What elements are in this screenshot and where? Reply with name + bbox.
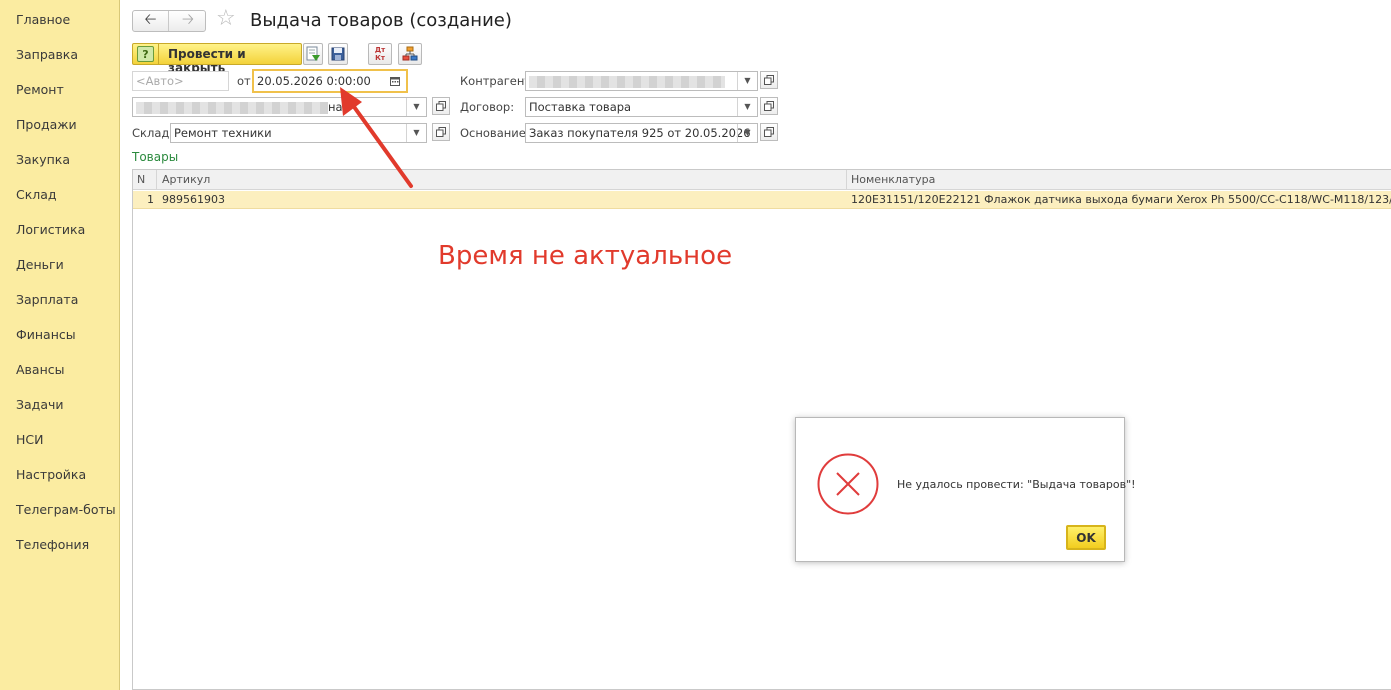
organization-suffix: на (328, 100, 343, 114)
basis-label: Основание: (460, 126, 530, 140)
date-value: 20.05.2026 0:00:00 (257, 74, 371, 88)
ok-button[interactable]: OK (1066, 525, 1106, 550)
dt-kt-icon: Дт Кт (374, 46, 386, 62)
sidebar-item-warehouse[interactable]: Склад (16, 187, 57, 202)
open-window-icon (764, 75, 774, 85)
column-header-nomenclature[interactable]: Номенклатура (847, 170, 1391, 190)
goods-table[interactable]: N Артикул Номенклатура 1 989561903 120E3… (132, 169, 1391, 690)
warehouse-field[interactable]: Ремонт техники ▼ (170, 123, 427, 143)
sidebar-item-advances[interactable]: Авансы (16, 362, 65, 377)
contract-label: Договор: (460, 100, 515, 114)
structure-button[interactable] (398, 43, 422, 65)
sidebar-item-purchases[interactable]: Закупка (16, 152, 70, 167)
counterparty-field[interactable]: ▼ (525, 71, 758, 91)
column-header-article[interactable]: Артикул (158, 170, 847, 190)
post-and-close-button[interactable]: ? Провести и закрыть (132, 43, 302, 75)
favorite-star-icon[interactable]: ☆ (216, 7, 236, 31)
open-window-icon (436, 127, 446, 137)
contract-value: Поставка товара (529, 100, 632, 114)
sidebar-item-main[interactable]: Главное (16, 12, 70, 27)
help-icon[interactable]: ? (137, 46, 154, 62)
sidebar-item-finance[interactable]: Финансы (16, 327, 76, 342)
counterparty-label: Контрагент: (460, 74, 535, 88)
dt-kt-button[interactable]: Дт Кт (368, 43, 392, 65)
sidebar-item-salary[interactable]: Зарплата (16, 292, 78, 307)
sidebar-item-refill[interactable]: Заправка (16, 47, 78, 62)
annotation-text: Время не актуальное (438, 241, 733, 271)
error-x-circle-icon (817, 453, 879, 515)
open-window-icon (764, 101, 774, 111)
button-separator (158, 44, 159, 64)
basis-field[interactable]: Заказ покупателя 925 от 20.05.2026 ▼ (525, 123, 758, 143)
organization-open-button[interactable] (432, 97, 450, 115)
table-row[interactable]: 1 989561903 120E31151/120E22121 Флажок д… (133, 191, 1391, 209)
contract-field[interactable]: Поставка товара ▼ (525, 97, 758, 117)
row-article: 989561903 (162, 193, 225, 206)
error-dialog: Не удалось провести: "Выдача товаров"! O… (795, 417, 1136, 562)
sidebar-item-nsi[interactable]: НСИ (16, 432, 43, 447)
navigation-buttons: 🡠 🡢 (132, 10, 206, 32)
floppy-disk-icon (331, 47, 345, 61)
post-button[interactable] (303, 43, 323, 65)
error-message: Не удалось провести: "Выдача товаров"! (897, 478, 1136, 491)
basis-dropdown-icon[interactable]: ▼ (737, 124, 757, 142)
post-document-icon (306, 46, 320, 61)
warehouse-dropdown-icon[interactable]: ▼ (406, 124, 426, 142)
sidebar-item-settings[interactable]: Настройка (16, 467, 86, 482)
arrow-left-icon: 🡠 (144, 9, 157, 28)
column-header-n[interactable]: N (133, 170, 157, 190)
calendar-icon (390, 77, 400, 86)
sidebar-item-telephony[interactable]: Телефония (16, 537, 89, 552)
counterparty-redacted (529, 75, 725, 88)
date-field[interactable]: 20.05.2026 0:00:00 (252, 69, 408, 93)
row-nomenclature: 120E31151/120E22121 Флажок датчика выход… (851, 193, 1391, 206)
document-form: 🡠 🡢 ☆ Выдача товаров (создание) ? Провес… (132, 0, 1391, 690)
row-number: 1 (147, 193, 154, 206)
warehouse-label: Склад: (132, 126, 174, 140)
organization-redacted (136, 101, 328, 114)
page-title: Выдача товаров (создание) (250, 10, 512, 31)
goods-section-title[interactable]: Товары (132, 150, 178, 164)
counterparty-dropdown-icon[interactable]: ▼ (737, 72, 757, 90)
sidebar-item-tasks[interactable]: Задачи (16, 397, 64, 412)
warehouse-open-button[interactable] (432, 123, 450, 141)
basis-open-button[interactable] (760, 123, 778, 141)
sidebar-item-logistics[interactable]: Логистика (16, 222, 85, 237)
basis-value: Заказ покупателя 925 от 20.05.2026 (529, 126, 751, 140)
sidebar-item-telegram[interactable]: Телеграм-боты (16, 502, 116, 517)
warehouse-value: Ремонт техники (174, 126, 272, 140)
counterparty-open-button[interactable] (760, 71, 778, 89)
save-button[interactable] (328, 43, 348, 65)
open-window-icon (764, 127, 774, 137)
back-button[interactable]: 🡠 (133, 9, 169, 31)
table-header: N Артикул Номенклатура (133, 170, 1391, 190)
organization-field[interactable]: на ▼ (132, 97, 427, 117)
sidebar-item-money[interactable]: Деньги (16, 257, 64, 272)
forward-button[interactable]: 🡢 (170, 9, 206, 31)
calendar-button[interactable] (384, 73, 406, 89)
sections-panel: Главное Заправка Ремонт Продажи Закупка … (0, 0, 120, 690)
sidebar-item-repair[interactable]: Ремонт (16, 82, 64, 97)
contract-dropdown-icon[interactable]: ▼ (737, 98, 757, 116)
hierarchy-icon (402, 46, 418, 61)
number-placeholder: <Авто> (136, 74, 184, 88)
contract-open-button[interactable] (760, 97, 778, 115)
number-field[interactable]: <Авто> (132, 71, 229, 91)
organization-dropdown-icon[interactable]: ▼ (406, 98, 426, 116)
sidebar-item-sales[interactable]: Продажи (16, 117, 77, 132)
open-window-icon (436, 101, 446, 111)
arrow-right-icon: 🡢 (181, 9, 195, 28)
